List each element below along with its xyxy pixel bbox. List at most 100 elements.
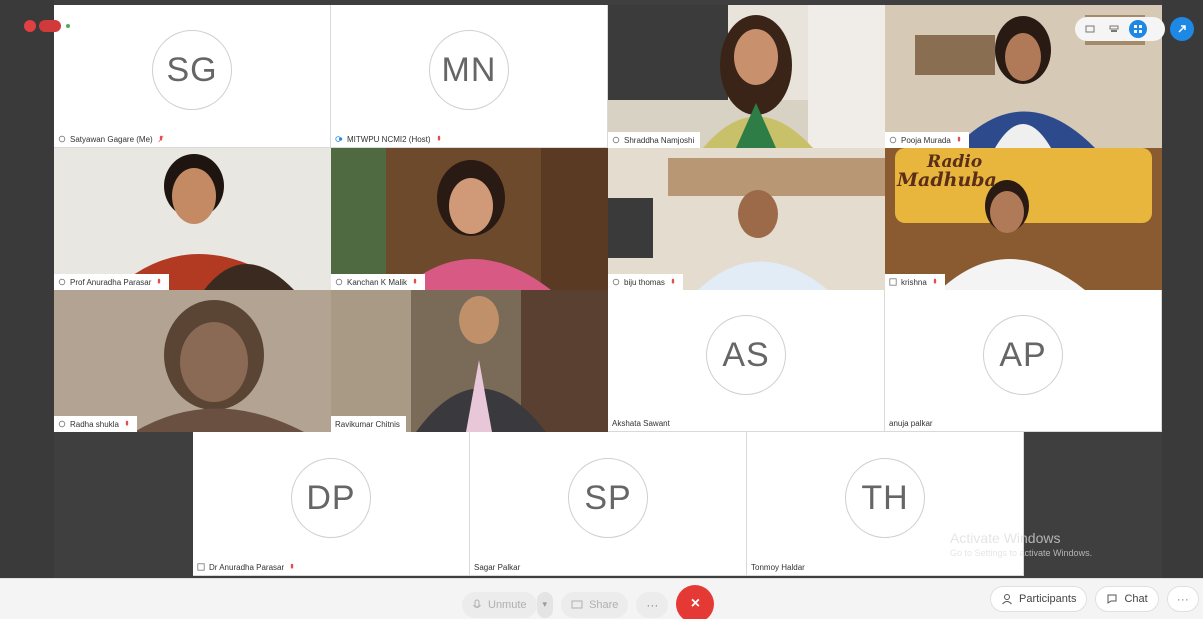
participant-tile-dp[interactable]: DP Dr Anuradha Parasar — [193, 432, 470, 576]
camera-icon — [197, 563, 205, 571]
participant-video-biju[interactable]: biju thomas — [608, 148, 885, 290]
video-feed — [54, 290, 331, 432]
video-feed — [608, 5, 885, 148]
unmute-label: Unmute — [488, 598, 527, 611]
video-feed — [331, 290, 608, 432]
participant-name: krishna — [901, 277, 927, 287]
participant-name: Sagar Palkar — [474, 562, 521, 572]
meeting-toolbar: Unmute ▾ Share ··· × Participants Chat ·… — [0, 578, 1203, 619]
mic-muted-icon — [957, 136, 961, 142]
mic-muted-icon — [158, 135, 164, 143]
participant-name: Tonmoy Haldar — [751, 562, 805, 572]
participant-name: Prof Anuradha Parasar — [70, 277, 152, 287]
mic-icon — [335, 278, 343, 286]
chevron-down-icon: ▾ — [542, 599, 548, 609]
mic-muted-icon — [933, 278, 936, 284]
mic-muted-icon — [158, 278, 161, 284]
participants-icon — [1002, 594, 1012, 605]
participant-tile-mn[interactable]: MN MITWPU NCMI2 (Host) — [331, 5, 608, 148]
mic-muted-icon — [671, 278, 675, 284]
chat-button[interactable]: Chat — [1095, 586, 1159, 612]
camera-icon — [889, 278, 897, 286]
participant-video-prof-anuradha[interactable]: Prof Anuradha Parasar — [54, 148, 331, 290]
participant-video-shraddha[interactable]: Shraddha Namjoshi — [608, 5, 885, 148]
stage-view-icon[interactable] — [1105, 20, 1123, 38]
participant-name-tag: Shraddha Namjoshi — [608, 132, 701, 148]
participant-name: Akshata Sawant — [612, 418, 670, 428]
participant-tile-ap[interactable]: AP anuja palkar — [885, 290, 1162, 432]
participant-name-tag: anuja palkar — [885, 415, 939, 431]
video-feed — [608, 148, 885, 290]
avatar: TH — [845, 458, 925, 538]
participant-name: anuja palkar — [889, 418, 933, 428]
right-gutter — [1162, 0, 1203, 578]
participant-name-tag: biju thomas — [608, 274, 683, 290]
left-gutter — [0, 0, 54, 578]
participant-tile-as[interactable]: AS Akshata Sawant — [608, 290, 885, 432]
video-feed — [54, 148, 331, 290]
participant-name: MITWPU NCMI2 (Host) — [347, 134, 431, 144]
participant-name: biju thomas — [624, 277, 665, 287]
avatar: AS — [706, 315, 786, 395]
more-options-button[interactable]: ··· — [636, 591, 669, 618]
participant-name-tag: Tonmoy Haldar — [747, 559, 811, 575]
participants-label: Participants — [1019, 593, 1077, 605]
share-label: Share — [589, 598, 619, 611]
participant-tile-sp[interactable]: SP Sagar Palkar — [470, 432, 747, 576]
grid-view-icon[interactable] — [1129, 20, 1147, 38]
participant-name: Dr Anuradha Parasar — [209, 562, 285, 572]
share-button[interactable]: Share — [561, 591, 629, 618]
participant-video-radha[interactable]: Radha shukla — [54, 290, 331, 432]
meeting-stage: SG Satyawan Gagare (Me) MN MITWPU NCMI2 … — [0, 0, 1203, 578]
chat-icon — [1107, 594, 1117, 604]
mic-icon — [889, 136, 897, 144]
participant-video-krishna[interactable]: Radio Madhuba krishna — [885, 148, 1162, 290]
windows-activation-watermark: Activate Windows Go to Settings to activ… — [950, 530, 1092, 558]
participant-name: Shraddha Namjoshi — [624, 135, 695, 145]
overflow-menu-button[interactable]: ··· — [1166, 586, 1199, 612]
watermark-title: Activate Windows — [950, 530, 1061, 546]
pop-out-icon[interactable] — [1170, 17, 1194, 41]
mic-icon — [473, 599, 481, 608]
recording-indicator[interactable] — [24, 20, 70, 32]
avatar: DP — [291, 458, 371, 538]
meeting-panels: Participants Chat ··· — [990, 586, 1199, 612]
participant-name-tag: krishna — [885, 274, 945, 290]
avatar: SG — [152, 30, 232, 110]
participant-name-tag: Dr Anuradha Parasar — [193, 559, 303, 575]
participants-button[interactable]: Participants — [990, 586, 1088, 612]
mic-muted-icon — [437, 135, 440, 141]
mic-icon — [58, 420, 66, 428]
connection-status-icon — [66, 24, 70, 28]
watermark-subtitle: Go to Settings to activate Windows. — [950, 548, 1093, 558]
speaker-view-icon[interactable] — [1081, 20, 1099, 38]
participant-name: Radha shukla — [70, 419, 119, 429]
view-controls — [1075, 17, 1165, 41]
record-dot-icon — [24, 20, 36, 32]
avatar: SP — [568, 458, 648, 538]
background-sign: Radio Madhuba — [897, 154, 1007, 190]
participant-tile-sg[interactable]: SG Satyawan Gagare (Me) — [54, 5, 331, 148]
participant-video-kanchan[interactable]: Kanchan K Malik — [331, 148, 608, 290]
unmute-button[interactable]: Unmute — [462, 591, 537, 618]
participant-name-tag: Kanchan K Malik — [331, 274, 426, 290]
participant-name: Ravikumar Chitnis — [335, 419, 400, 429]
mic-muted-icon — [413, 278, 417, 284]
participant-name-tag: Prof Anuradha Parasar — [54, 274, 170, 290]
avatar: AP — [983, 315, 1063, 395]
mic-muted-icon — [290, 563, 294, 569]
sign-line-2: Madhuba — [897, 169, 997, 191]
participant-name: Satyawan Gagare (Me) — [70, 134, 153, 144]
mic-icon — [58, 135, 66, 143]
avatar: MN — [429, 30, 509, 110]
end-call-button[interactable]: × — [676, 585, 715, 619]
participant-video-ravikumar[interactable]: Ravikumar Chitnis — [331, 290, 608, 432]
participant-name: Pooja Murada — [901, 135, 951, 145]
participant-name-tag: Radha shukla — [54, 416, 137, 432]
participant-name: Kanchan K Malik — [347, 277, 408, 287]
share-screen-icon — [571, 600, 583, 608]
chat-label: Chat — [1124, 593, 1148, 605]
participant-name-tag: Akshata Sawant — [608, 415, 676, 431]
participant-name-tag: Ravikumar Chitnis — [331, 416, 406, 432]
audio-options-dropdown[interactable]: ▾ — [536, 591, 554, 618]
